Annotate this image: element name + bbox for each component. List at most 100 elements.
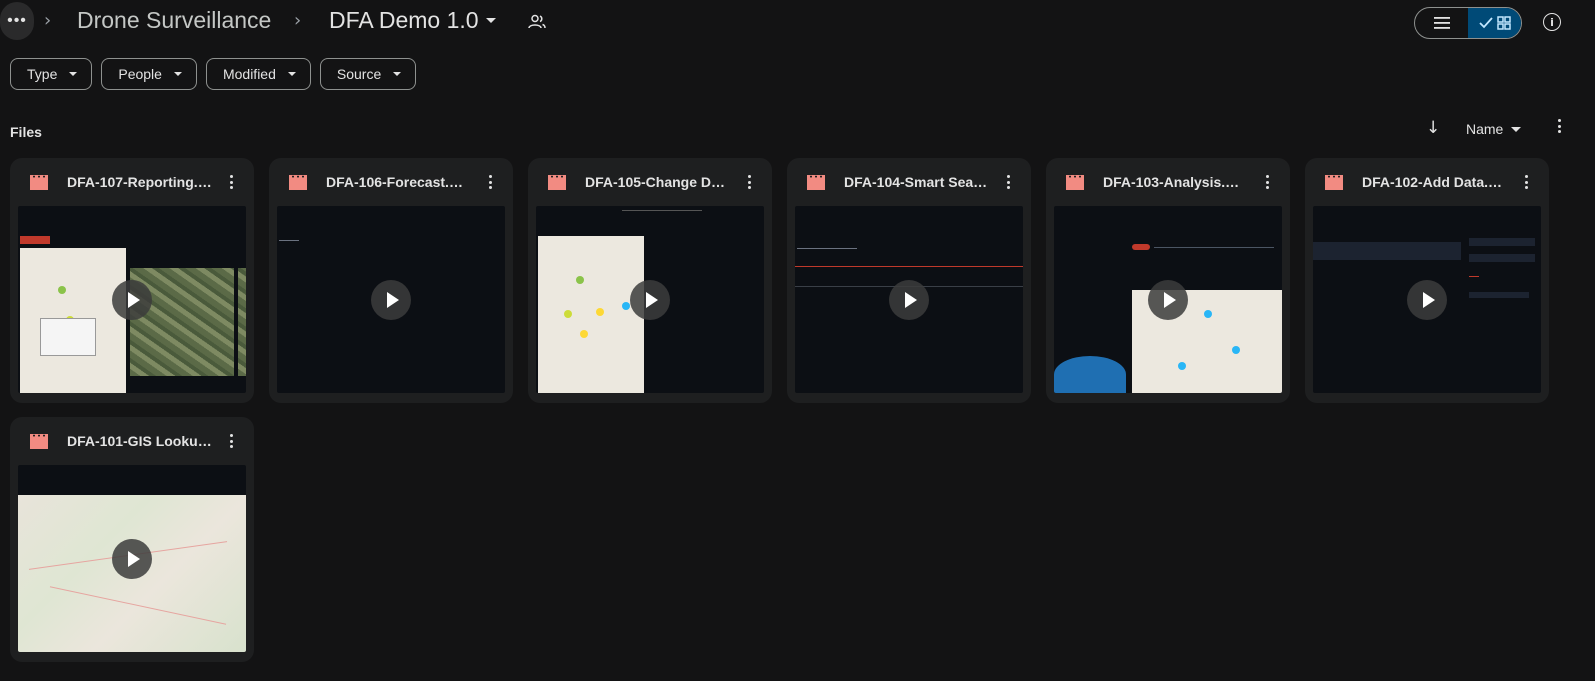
filter-bar: Type People Modified Source (10, 58, 417, 90)
file-name[interactable]: DFA-103-Analysis.mp4 (1103, 174, 1248, 190)
filter-label: Type (27, 66, 58, 82)
people-icon[interactable] (528, 14, 546, 30)
card-header: DFA-101-GIS Lookup.mp4 (10, 417, 254, 465)
file-card[interactable]: DFA-103-Analysis.mp4 (1046, 158, 1290, 403)
more-vert-icon[interactable] (224, 432, 238, 450)
thumbnail-detail (564, 310, 572, 318)
thumbnail-detail (1232, 346, 1240, 354)
filter-label: Modified (222, 66, 276, 82)
video-icon (1066, 175, 1084, 190)
thumbnail-detail (1469, 292, 1529, 298)
video-thumbnail[interactable] (795, 206, 1023, 393)
file-name[interactable]: DFA-107-Reporting.mp4 (67, 174, 212, 190)
card-header: DFA-102-Add Data.mp4 (1305, 158, 1549, 206)
chevron-down-icon (393, 72, 402, 76)
thumbnail-popup (40, 318, 96, 356)
video-icon (548, 175, 566, 190)
top-bar: ••• › Drone Surveillance › DFA Demo 1.0 (0, 0, 1595, 44)
list-icon (1433, 17, 1450, 29)
sort-label: Name (1466, 121, 1504, 137)
video-thumbnail[interactable] (277, 206, 505, 393)
thumbnail-detail (622, 302, 630, 310)
view-toggle (1414, 7, 1522, 39)
thumbnail-detail (797, 248, 857, 249)
filter-label: Source (336, 66, 382, 82)
filter-type[interactable]: Type (10, 58, 93, 90)
video-icon (289, 175, 307, 190)
card-header: DFA-103-Analysis.mp4 (1046, 158, 1290, 206)
arrow-down-icon[interactable]: ↓ (1426, 118, 1440, 138)
grid-icon (1496, 16, 1511, 30)
thumbnail-detail (1132, 244, 1150, 250)
video-thumbnail[interactable] (18, 465, 246, 652)
file-card[interactable]: DFA-107-Reporting.mp4 (10, 158, 254, 403)
filter-label: People (118, 66, 162, 82)
file-name[interactable]: DFA-102-Add Data.mp4 (1362, 174, 1507, 190)
chevron-down-icon (1511, 126, 1522, 132)
video-icon (30, 175, 48, 190)
filter-source[interactable]: Source (319, 58, 417, 90)
thumbnail-detail (1469, 276, 1479, 277)
file-card[interactable]: DFA-102-Add Data.mp4 (1305, 158, 1549, 403)
video-thumbnail[interactable] (1054, 206, 1282, 393)
check-icon (1478, 17, 1493, 29)
file-name[interactable]: DFA-105-Change Detection.mp4 (585, 174, 730, 190)
file-name[interactable]: DFA-101-GIS Lookup.mp4 (67, 433, 212, 449)
more-vert-icon[interactable] (1552, 117, 1566, 135)
section-heading: Files (10, 124, 42, 140)
more-vert-icon[interactable] (1001, 173, 1015, 191)
thumbnail-detail (279, 240, 299, 241)
thumbnail-map (538, 236, 644, 393)
thumbnail-detail (795, 266, 1023, 267)
file-card[interactable]: DFA-105-Change Detection.mp4 (528, 158, 772, 403)
more-vert-icon[interactable] (742, 173, 756, 191)
sort-by-button[interactable]: Name (1466, 121, 1522, 137)
thumbnail-detail (1469, 254, 1535, 262)
thumbnail-detail (580, 330, 588, 338)
card-header: DFA-104-Smart Search.mp4 (787, 158, 1031, 206)
play-icon[interactable] (1407, 279, 1447, 320)
card-header: DFA-106-Forecast.mp4 (269, 158, 513, 206)
file-card[interactable]: DFA-106-Forecast.mp4 (269, 158, 513, 403)
more-vert-icon[interactable] (483, 173, 497, 191)
thumbnail-aerial-image (130, 268, 234, 376)
folder-menu-chevron-icon[interactable] (486, 18, 496, 23)
file-name[interactable]: DFA-104-Smart Search.mp4 (844, 174, 989, 190)
breadcrumb-current-folder[interactable]: DFA Demo 1.0 (329, 7, 479, 34)
video-icon (1325, 175, 1343, 190)
more-vert-icon[interactable] (224, 173, 238, 191)
play-icon[interactable] (112, 538, 152, 579)
filter-people[interactable]: People (101, 58, 197, 90)
video-thumbnail[interactable] (1313, 206, 1541, 393)
play-icon[interactable] (371, 279, 411, 320)
video-thumbnail[interactable] (18, 206, 246, 393)
thumbnail-aerial-image (238, 268, 246, 376)
play-icon[interactable] (112, 279, 152, 320)
chevron-down-icon (173, 72, 182, 76)
more-vert-icon[interactable] (1519, 173, 1533, 191)
breadcrumb-separator: › (44, 10, 52, 31)
more-vert-icon[interactable] (1260, 173, 1274, 191)
chevron-down-icon (287, 72, 296, 76)
play-icon[interactable] (630, 279, 670, 320)
chevron-down-icon (69, 72, 78, 76)
more-breadcrumbs-button[interactable]: ••• (0, 2, 34, 40)
file-name[interactable]: DFA-106-Forecast.mp4 (326, 174, 471, 190)
file-card[interactable]: DFA-104-Smart Search.mp4 (787, 158, 1031, 403)
breadcrumb-drone-surveillance[interactable]: Drone Surveillance (77, 7, 271, 34)
info-icon[interactable]: i (1543, 13, 1561, 31)
thumbnail-detail (1178, 362, 1186, 370)
video-thumbnail[interactable] (536, 206, 764, 393)
list-view-button[interactable] (1415, 8, 1468, 38)
card-header: DFA-107-Reporting.mp4 (10, 158, 254, 206)
filter-modified[interactable]: Modified (205, 58, 311, 90)
play-icon[interactable] (889, 279, 929, 320)
video-icon (30, 434, 48, 449)
file-card[interactable]: DFA-101-GIS Lookup.mp4 (10, 417, 254, 662)
play-icon[interactable] (1148, 279, 1188, 320)
thumbnail-detail (1313, 242, 1461, 260)
thumbnail-detail (1154, 247, 1274, 248)
thumbnail-detail (1469, 238, 1535, 246)
grid-view-button[interactable] (1468, 8, 1521, 38)
more-horiz-icon: ••• (7, 12, 27, 29)
